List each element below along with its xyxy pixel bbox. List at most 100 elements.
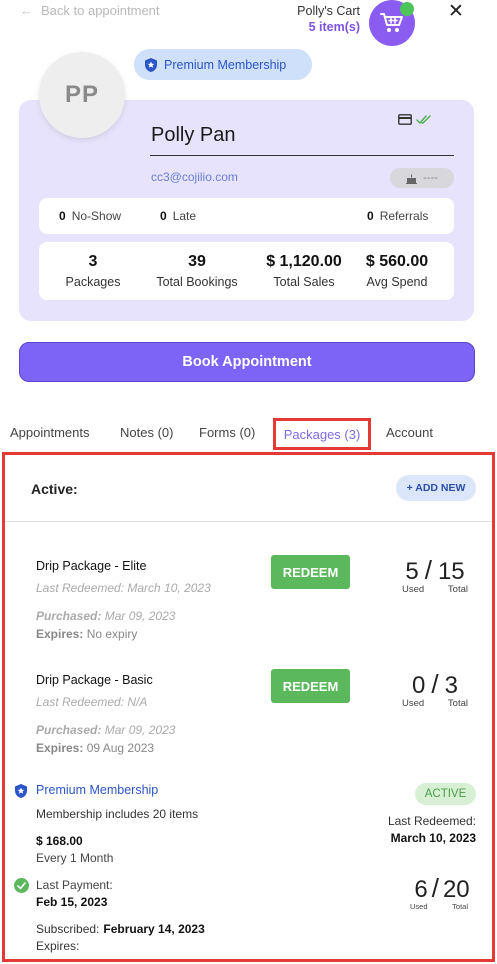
purchased-label: Purchased: bbox=[36, 723, 102, 737]
stat-label: Total Sales bbox=[273, 275, 335, 289]
book-appointment-button[interactable]: Book Appointment bbox=[19, 342, 475, 382]
no-show-count: 0 bbox=[59, 209, 66, 223]
purchased-value: Mar 09, 2023 bbox=[104, 723, 176, 737]
tab-account[interactable]: Account bbox=[386, 425, 433, 440]
referrals-count: 0 bbox=[367, 209, 374, 223]
redeem-button[interactable]: REDEEM bbox=[271, 669, 350, 703]
back-label: Back to appointment bbox=[41, 3, 160, 18]
subscribed-date: February 14, 2023 bbox=[103, 922, 205, 936]
double-check-icon bbox=[416, 114, 431, 124]
last-payment-date: Feb 15, 2023 bbox=[36, 895, 108, 909]
total-count: 20 bbox=[442, 876, 470, 903]
membership-badge[interactable]: Premium Membership bbox=[134, 49, 312, 80]
cake-icon bbox=[406, 174, 418, 184]
tab-appointments[interactable]: Appointments bbox=[10, 425, 90, 440]
no-show-label: No-Show bbox=[71, 209, 122, 223]
avatar: PP bbox=[39, 52, 125, 138]
stat-packages: 3 Packages bbox=[53, 253, 133, 289]
cart-title: Polly's Cart bbox=[297, 4, 360, 18]
membership-title[interactable]: Premium Membership bbox=[36, 783, 158, 797]
usage-counter: 0/3 Used Total bbox=[402, 669, 468, 709]
stat-label: Packages bbox=[65, 275, 121, 289]
total-count: 15 bbox=[437, 558, 465, 585]
late-stat: 0 Late bbox=[160, 209, 196, 223]
packages-panel: Active: + ADD NEW Drip Package - Elite L… bbox=[2, 452, 495, 962]
cart-notification-dot bbox=[400, 2, 414, 16]
top-bar: ← Back to appointment Polly's Cart 5 ite… bbox=[0, 0, 497, 46]
expires-label: Expires: bbox=[36, 627, 84, 641]
package-purchased: Purchased: Mar 09, 2023 bbox=[36, 609, 175, 623]
membership-expires-label: Expires: bbox=[36, 939, 80, 953]
tab-notes[interactable]: Notes (0) bbox=[120, 425, 173, 440]
package-last-redeemed: Last Redeemed: March 10, 2023 bbox=[36, 581, 211, 595]
membership-item: Premium Membership Membership includes 2… bbox=[5, 778, 492, 958]
subscribed-info: Subscribed: February 14, 2023 bbox=[36, 922, 205, 936]
late-count: 0 bbox=[160, 209, 167, 223]
total-label: Total bbox=[452, 902, 468, 911]
expires-label: Expires: bbox=[36, 741, 84, 755]
cart-count: 5 item(s) bbox=[308, 20, 360, 34]
package-expires: Expires: 09 Aug 2023 bbox=[36, 741, 154, 755]
expires-value: 09 Aug 2023 bbox=[86, 741, 155, 755]
back-to-appointment-link[interactable]: ← Back to appointment bbox=[20, 3, 160, 18]
membership-last-redeemed-date: March 10, 2023 bbox=[390, 831, 476, 845]
total-label: Total bbox=[447, 584, 468, 595]
stat-value: $ 560.00 bbox=[365, 253, 429, 270]
used-label: Used bbox=[402, 698, 425, 709]
cart-summary: Polly's Cart 5 item(s) bbox=[297, 3, 360, 35]
stat-value: $ 1,120.00 bbox=[266, 253, 342, 270]
shield-star-icon bbox=[145, 57, 157, 72]
summary-stats: 3 Packages 39 Total Bookings $ 1,120.00 … bbox=[39, 242, 454, 300]
name-divider bbox=[150, 155, 454, 156]
add-new-button[interactable]: + ADD NEW bbox=[396, 475, 476, 501]
cart-icon bbox=[380, 13, 403, 32]
active-label: Active: bbox=[31, 481, 78, 497]
membership-usage-counter: 6/20 Used Total bbox=[410, 873, 470, 911]
stat-total-sales: $ 1,120.00 Total Sales bbox=[261, 253, 347, 289]
referrals-label: Referrals bbox=[379, 209, 429, 223]
no-show-stat: 0 No-Show bbox=[59, 209, 121, 223]
stat-label: Avg Spend bbox=[366, 275, 428, 289]
package-item: Drip Package - Basic Last Redeemed: N/A … bbox=[5, 669, 492, 759]
membership-frequency: Every 1 Month bbox=[36, 851, 114, 865]
stat-value: 39 bbox=[188, 253, 206, 270]
subscribed-label: Subscribed: bbox=[36, 922, 100, 936]
arrow-left-icon: ← bbox=[20, 3, 33, 18]
package-name: Drip Package - Elite bbox=[36, 559, 147, 573]
tab-bar: Appointments Notes (0) Forms (0) Package… bbox=[0, 418, 497, 450]
active-header: Active: + ADD NEW bbox=[5, 455, 492, 522]
card-status-icons bbox=[398, 114, 432, 125]
package-last-redeemed: Last Redeemed: N/A bbox=[36, 695, 148, 709]
used-label: Used bbox=[410, 902, 428, 911]
shield-star-icon bbox=[15, 784, 27, 798]
used-count: 0 bbox=[412, 672, 426, 699]
total-count: 3 bbox=[444, 672, 458, 699]
late-label: Late bbox=[172, 209, 197, 223]
stat-value: 3 bbox=[88, 253, 98, 270]
package-item: Drip Package - Elite Last Redeemed: Marc… bbox=[5, 555, 492, 645]
referrals-stat: 0 Referrals bbox=[367, 209, 428, 223]
used-count: 5 bbox=[405, 558, 419, 585]
redeem-button[interactable]: REDEEM bbox=[271, 555, 350, 589]
tab-packages[interactable]: Packages (3) bbox=[273, 418, 371, 450]
stat-total-bookings: 39 Total Bookings bbox=[149, 253, 245, 289]
used-label: Used bbox=[402, 584, 425, 595]
close-icon[interactable]: ✕ bbox=[448, 0, 464, 23]
total-label: Total bbox=[447, 698, 468, 709]
client-email[interactable]: cc3@cojilio.com bbox=[151, 170, 238, 184]
card-icon[interactable] bbox=[398, 114, 412, 125]
membership-price: $ 168.00 bbox=[36, 834, 83, 848]
membership-last-redeemed-label: Last Redeemed: bbox=[387, 814, 476, 828]
last-payment-label: Last Payment: bbox=[36, 878, 113, 892]
client-name: Polly Pan bbox=[151, 124, 236, 146]
attendance-stats: 0 No-Show 0 Late 0 Referrals bbox=[39, 198, 454, 234]
tab-forms[interactable]: Forms (0) bbox=[199, 425, 255, 440]
birthday-value: ---- bbox=[423, 172, 438, 184]
package-expires: Expires: No expiry bbox=[36, 627, 137, 641]
stat-avg-spend: $ 560.00 Avg Spend bbox=[357, 253, 437, 289]
status-badge: ACTIVE bbox=[415, 783, 476, 805]
membership-description: Membership includes 20 items bbox=[36, 807, 199, 821]
birthday-pill: ---- bbox=[390, 168, 454, 188]
package-purchased: Purchased: Mar 09, 2023 bbox=[36, 723, 175, 737]
purchased-value: Mar 09, 2023 bbox=[104, 609, 176, 623]
